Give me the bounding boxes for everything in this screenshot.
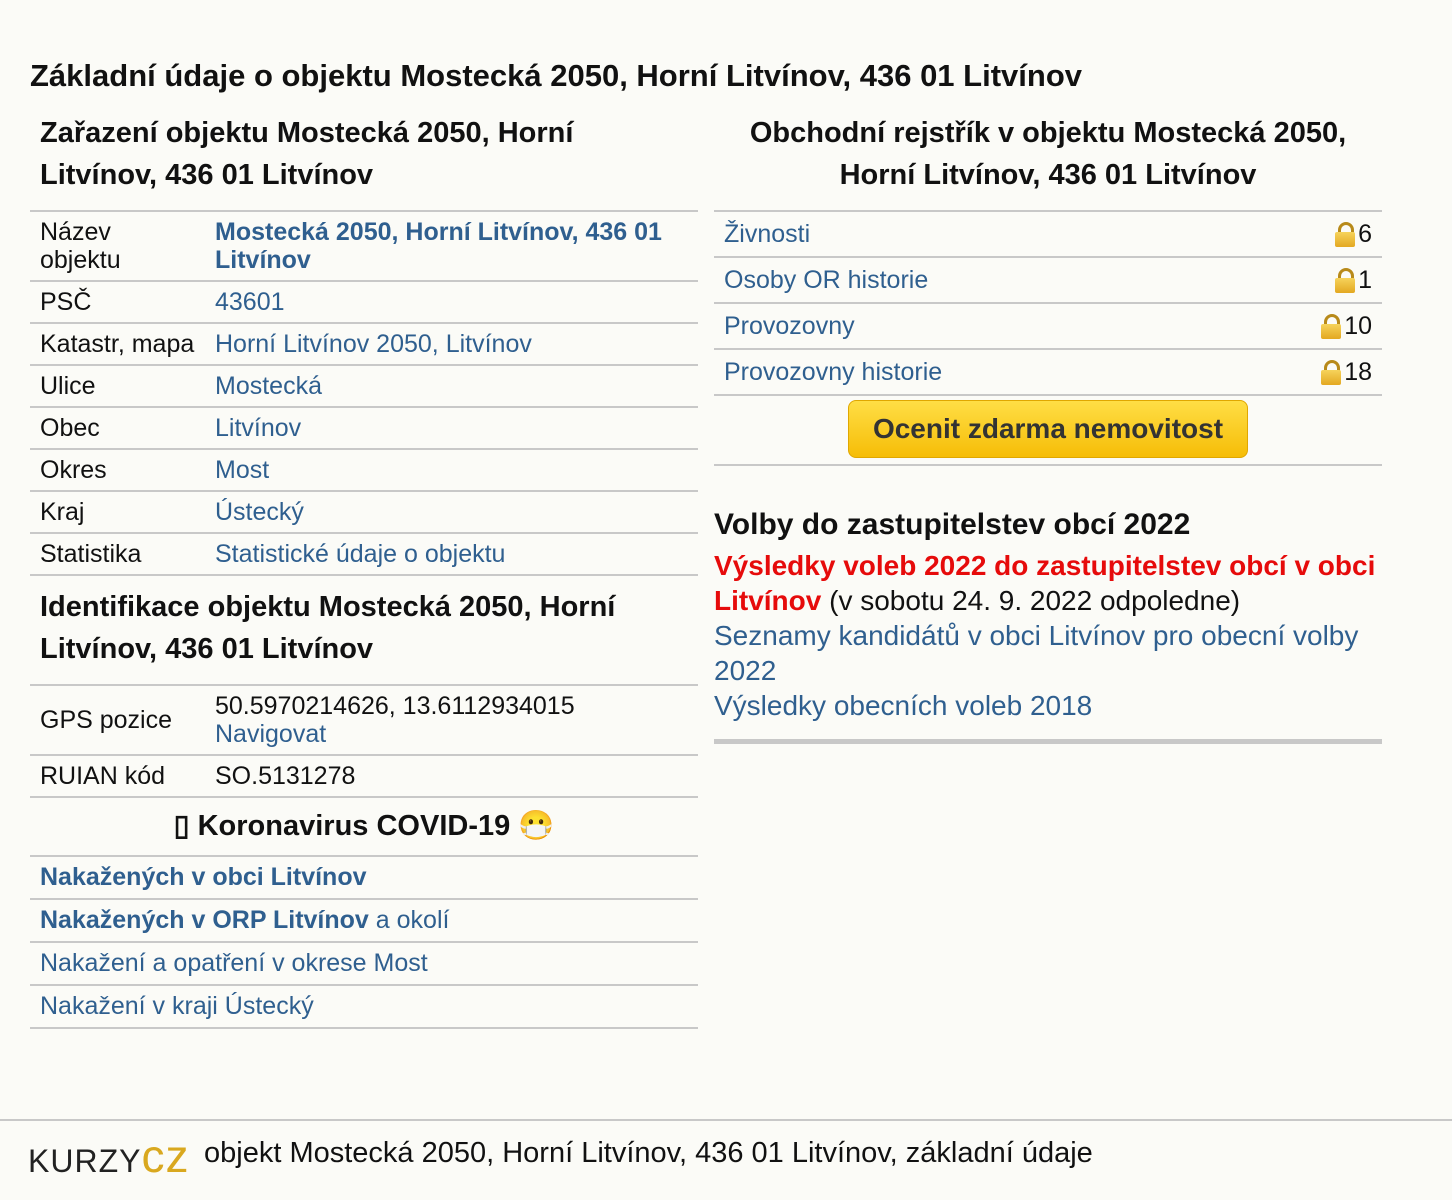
row-label: Ulice [30,365,205,408]
lock-icon[interactable] [1321,359,1342,385]
identification-table: GPS pozice 50.5970214626, 13.6112934015 … [30,684,698,798]
right-column: Obchodní rejstřík v objektu Mostecká 205… [714,110,1382,744]
identification-heading: Identifikace objektu Mostecká 2050, Horn… [40,591,616,665]
business-register-list: Živnosti 6 Osoby OR historie 1 Provozovn… [714,210,1382,466]
elections-links: Výsledky voleb 2022 do zastupitelstev ob… [714,548,1382,723]
footer-text: objekt Mostecká 2050, Horní Litvínov, 43… [204,1137,1093,1169]
region-link[interactable]: Ústecký [215,498,304,526]
premises-link[interactable]: Provozovny [724,312,855,340]
lock-icon[interactable] [1335,267,1356,293]
classification-heading: Zařazení objektu Mostecká 2050, Horní Li… [40,117,574,191]
lock-icon[interactable] [1335,221,1356,247]
table-row: Kraj Ústecký [30,491,698,534]
row-label: Obec [30,407,205,450]
count-value: 18 [1344,358,1372,386]
table-row: GPS pozice 50.5970214626, 13.6112934015 … [30,685,698,756]
covid-municipality-link[interactable]: Nakažených v obci Litvínov [40,863,367,891]
trades-link[interactable]: Živnosti [724,220,810,248]
row-label: PSČ [30,281,205,324]
count-value: 6 [1358,220,1372,248]
election-date-note: (v sobotu 24. 9. 2022 odpoledne) [829,585,1241,616]
missing-glyph-icon: ▯ [173,810,190,842]
row-label: Okres [30,449,205,492]
district-link[interactable]: Most [215,456,269,484]
row-label: Kraj [30,491,205,534]
covid-title-text: Koronavirus COVID-19 [197,810,511,842]
statistics-link[interactable]: Statistické údaje o objektu [215,540,505,568]
navigate-link[interactable]: Navigovat [215,720,326,748]
table-row: RUIAN kód SO.5131278 [30,755,698,798]
table-row: Okres Most [30,449,698,492]
covid-orp-surroundings-link[interactable]: a okolí [376,906,450,934]
mask-face-icon: 😷 [518,810,555,842]
row-label: Katastr, mapa [30,323,205,366]
page-title: Základní údaje o objektu Mostecká 2050, … [30,58,1083,93]
list-item: Provozovny historie 18 [714,350,1382,396]
table-row: Název objektu Mostecká 2050, Horní Litví… [30,211,698,282]
election-results-2018-link[interactable]: Výsledky obecních voleb 2018 [714,690,1092,721]
covid-district-link[interactable]: Nakažení a opatření v okrese Most [40,949,428,977]
logo-text-part2: CZ [141,1130,190,1182]
object-name-link[interactable]: Mostecká 2050, Horní Litvínov, 436 01 Li… [215,218,662,274]
footer: KURZYCZ objekt Mostecká 2050, Horní Litv… [0,1119,1452,1200]
table-row: Katastr, mapa Horní Litvínov 2050, Litví… [30,323,698,366]
premises-history-link[interactable]: Provozovny historie [724,358,942,386]
table-row: Ulice Mostecká [30,365,698,408]
business-register-heading: Obchodní rejstřík v objektu Mostecká 205… [749,117,1347,191]
divider [714,723,1382,744]
logo-text-part1: KURZY [28,1130,142,1182]
ruian-value: SO.5131278 [205,755,698,798]
valuation-wrapper: Ocenit zdarma nemovitost [714,396,1382,466]
gps-label: GPS pozice [30,685,205,756]
table-row: Obec Litvínov [30,407,698,450]
list-item: Provozovny 10 [714,304,1382,350]
row-label: Statistika [30,533,205,576]
gps-value: 50.5970214626, 13.6112934015 [215,692,575,720]
lock-icon[interactable] [1321,313,1342,339]
elections-heading: Volby do zastupitelstev obcí 2022 [714,508,1191,541]
valuation-button[interactable]: Ocenit zdarma nemovitost [847,400,1249,458]
table-row: Statistika Statistické údaje o objektu [30,533,698,576]
persons-history-link[interactable]: Osoby OR historie [724,266,928,294]
count-value: 1 [1358,266,1372,294]
list-item: Živnosti 6 [714,212,1382,258]
count-value: 10 [1344,312,1372,340]
table-row: PSČ 43601 [30,281,698,324]
street-link[interactable]: Mostecká [215,372,322,400]
row-label: Název objektu [30,211,205,282]
psc-link[interactable]: 43601 [215,288,285,316]
candidates-list-link[interactable]: Seznamy kandidátů v obci Litvínov pro ob… [714,620,1358,686]
covid-orp-link[interactable]: Nakažených v ORP Litvínov [40,906,369,934]
kurzy-logo[interactable]: KURZYCZ [28,1129,189,1183]
covid-region-link[interactable]: Nakažení v kraji Ústecký [40,992,314,1020]
ruian-label: RUIAN kód [30,755,205,798]
classification-table: Název objektu Mostecká 2050, Horní Litví… [30,210,698,576]
cadastre-link[interactable]: Horní Litvínov 2050, Litvínov [215,330,532,358]
left-column: Zařazení objektu Mostecká 2050, Horní Li… [30,110,698,1029]
covid-heading: ▯ Koronavirus COVID-19 😷 [30,798,698,857]
municipality-link[interactable]: Litvínov [215,414,301,442]
list-item: Osoby OR historie 1 [714,258,1382,304]
